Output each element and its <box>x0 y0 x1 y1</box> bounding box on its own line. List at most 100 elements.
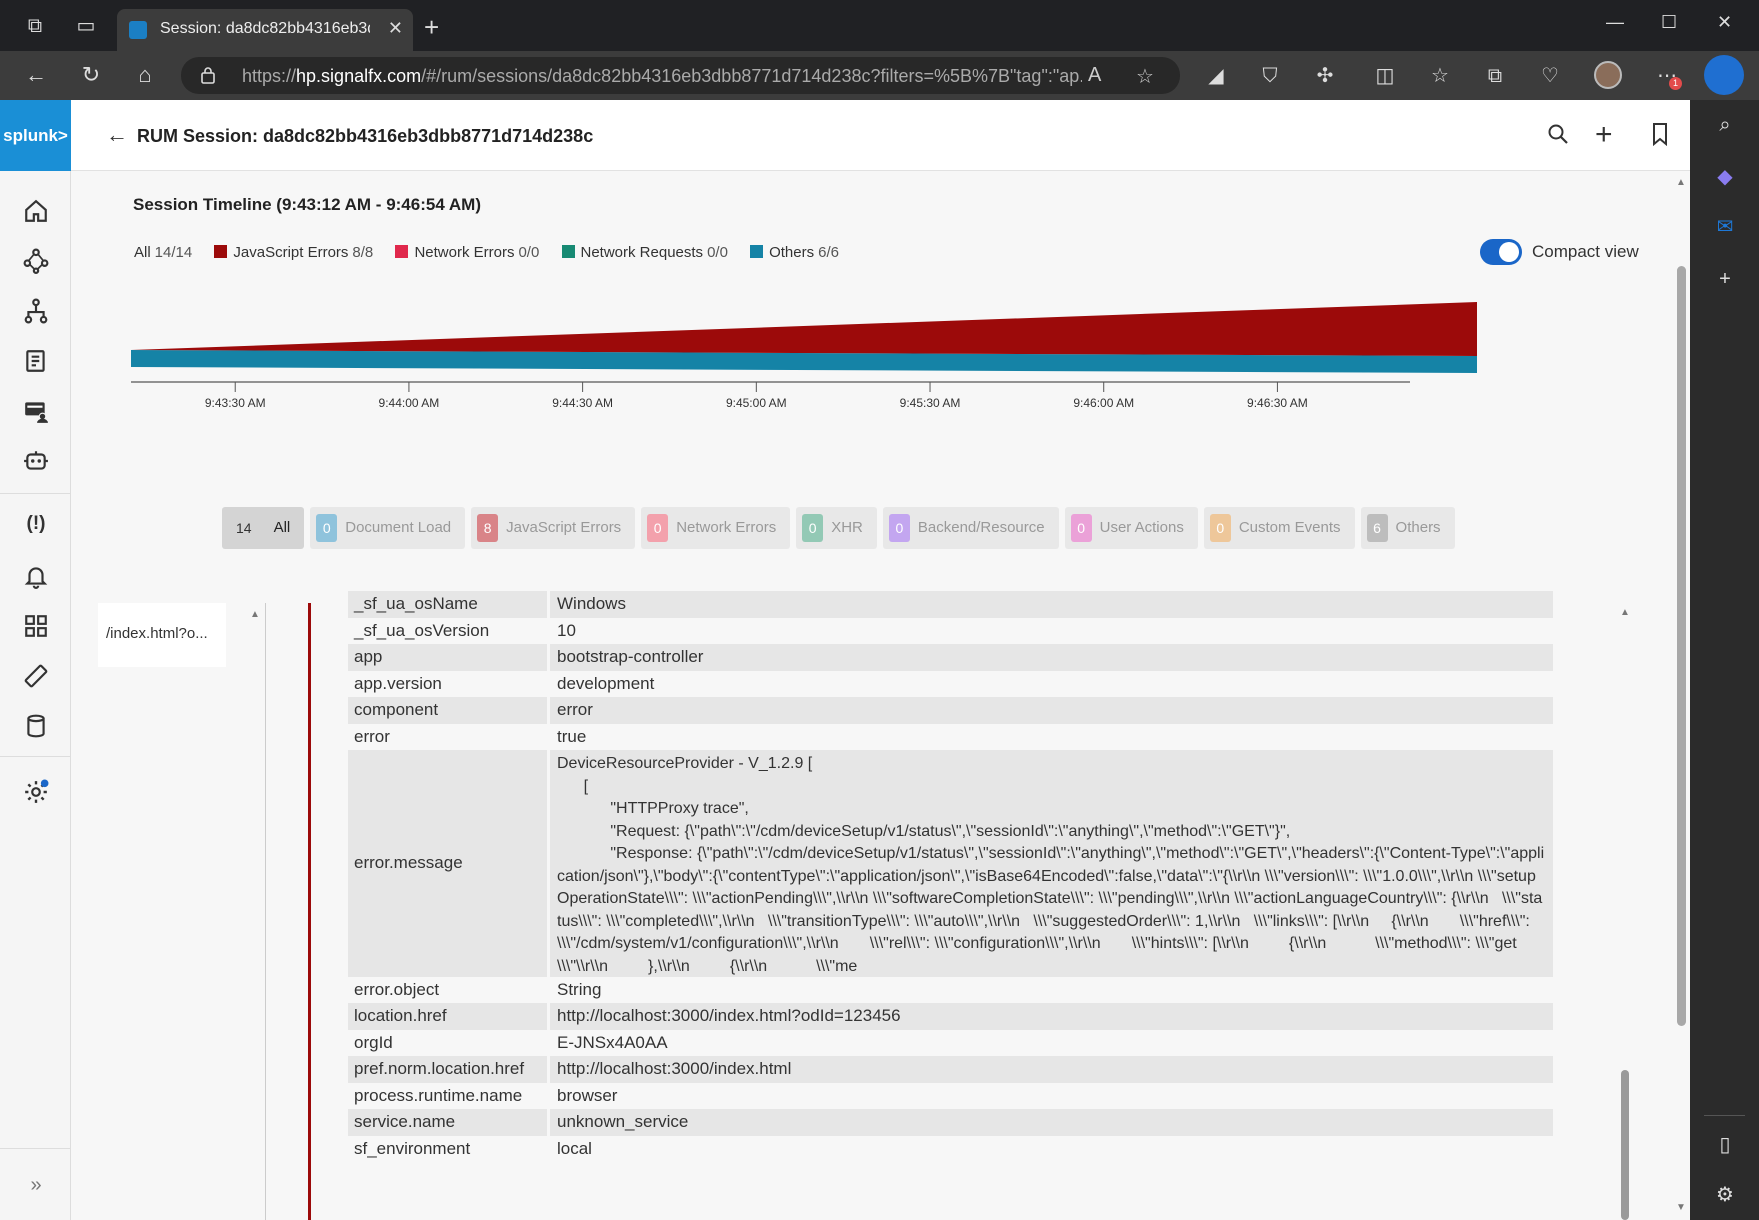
attribute-value[interactable]: browser <box>550 1083 1553 1110</box>
filter-xhr[interactable]: 0 XHR <box>796 507 877 549</box>
copilot-icon[interactable] <box>1704 55 1744 95</box>
attribute-value[interactable]: Windows <box>550 591 1553 618</box>
attribute-value[interactable]: 10 <box>550 618 1553 645</box>
back-icon[interactable]: ← <box>22 61 50 89</box>
filter-count-badge: 0 <box>1070 514 1092 543</box>
timeline-legend: All 14/14 JavaScript Errors 8/8 Network Er… <box>134 244 857 261</box>
home-nav-icon[interactable] <box>22 198 50 226</box>
attributes-table: _sf_ua_osName Windows _sf_ua_osVersion 10 ap… <box>348 591 1553 1162</box>
address-bar[interactable]: https://hp.signalfx.com/#/rum/sessions/d… <box>181 57 1180 94</box>
filter-user-actions[interactable]: 0 User Actions <box>1064 507 1198 549</box>
x-axis-tick-label: 9:46:30 AM <box>1247 396 1308 410</box>
attribute-key: error.message <box>348 750 547 977</box>
infrastructure-nav-icon[interactable] <box>22 248 50 276</box>
attribute-value[interactable]: error <box>550 697 1553 724</box>
tab-actions-icon[interactable]: ▭ <box>73 13 99 39</box>
sidebar-search-icon[interactable]: ⌕ <box>1712 114 1738 140</box>
browser-tab[interactable]: Session: da8dc82bb4316eb3dbb ✕ <box>117 9 413 51</box>
attribute-value[interactable]: development <box>550 671 1553 698</box>
attribute-value[interactable]: unknown_service <box>550 1109 1553 1136</box>
favorite-star-icon[interactable]: ☆ <box>1136 64 1154 89</box>
attribute-value[interactable]: local <box>550 1136 1553 1163</box>
session-timeline-chart[interactable]: 9:43:30 AM 9:44:00 AM 9:44:30 AM 9:45:00 AM… <box>131 291 1661 461</box>
profile-avatar[interactable] <box>1594 61 1622 89</box>
apm-nav-icon[interactable] <box>22 298 50 326</box>
attribute-value[interactable]: true <box>550 724 1553 751</box>
attribute-row: sf_environment local <box>348 1136 1553 1163</box>
legend-all[interactable]: All 14/14 <box>134 244 192 261</box>
alerts-bell-icon[interactable] <box>22 563 50 591</box>
x-axis-tick-label: 9:45:30 AM <box>900 396 961 410</box>
shield-extension-icon[interactable]: ⛉ <box>1257 63 1283 89</box>
workspaces-icon[interactable]: ⧉ <box>22 13 48 39</box>
list-scroll-up-icon[interactable]: ▲ <box>250 609 260 620</box>
filter-custom-events[interactable]: 0 Custom Events <box>1203 507 1355 549</box>
attribute-value[interactable]: String <box>550 977 1553 1004</box>
page-scrollbar[interactable]: ▲ ▼ <box>1673 171 1690 1220</box>
dashboards-nav-icon[interactable] <box>22 613 50 641</box>
sidebar-copilot-icon[interactable]: ◆ <box>1712 164 1738 190</box>
split-screen-icon[interactable]: ◫ <box>1372 63 1398 89</box>
add-icon[interactable]: + <box>1595 118 1621 151</box>
filter-javascript-errors[interactable]: 8 JavaScript Errors <box>471 507 636 549</box>
collections-icon[interactable]: ⧉ <box>1482 63 1508 89</box>
splunk-logo[interactable]: splunk> <box>0 100 71 171</box>
page-scroll-thumb[interactable] <box>1677 266 1686 1026</box>
page-scroll-up-icon[interactable]: ▲ <box>1676 177 1686 188</box>
sidebar-panel-icon[interactable]: ▯ <box>1712 1132 1738 1158</box>
filter-others[interactable]: 6 Others <box>1360 507 1455 549</box>
attribute-key: error.object <box>354 979 440 999</box>
back-arrow-icon[interactable]: ← <box>106 122 128 148</box>
home-icon[interactable]: ⌂ <box>131 61 159 89</box>
expand-nav-icon[interactable]: » <box>22 1174 50 1202</box>
settings-gear-icon[interactable] <box>22 779 50 807</box>
area-series-javascript-errors[interactable] <box>131 302 1477 356</box>
x-axis-tick-label: 9:45:00 AM <box>726 396 787 410</box>
attribute-value[interactable]: E-JNSx4A0AA <box>550 1030 1553 1057</box>
maximize-icon[interactable]: ☐ <box>1661 12 1677 33</box>
new-tab-icon[interactable]: + <box>424 12 439 43</box>
attribute-value[interactable]: http://localhost:3000/index.html?odId=12… <box>550 1003 1553 1030</box>
legend-network-requests[interactable]: Network Requests 0/0 <box>561 244 728 261</box>
attribute-row: _sf_ua_osVersion 10 <box>348 618 1553 645</box>
attribute-value[interactable]: DeviceResourceProvider - V_1.2.9 [ [ "HT… <box>550 750 1553 977</box>
details-scroll-up-icon[interactable]: ▲ <box>1620 607 1630 618</box>
data-management-icon[interactable] <box>22 713 50 741</box>
synthetics-nav-icon[interactable] <box>22 448 50 476</box>
logs-nav-icon[interactable] <box>22 348 50 376</box>
favorites-icon[interactable]: ☆ <box>1427 63 1453 89</box>
attribute-value[interactable]: bootstrap-controller <box>550 644 1553 671</box>
browser-essentials-icon[interactable]: ♡ <box>1537 63 1563 89</box>
legend-network-errors[interactable]: Network Errors 0/0 <box>395 244 539 261</box>
extension-icon[interactable]: ◢ <box>1203 63 1229 89</box>
event-list-item[interactable]: /index.html?o... <box>98 603 226 667</box>
attribute-key: service.name <box>348 1109 547 1136</box>
compact-view-toggle[interactable] <box>1480 239 1522 265</box>
close-window-icon[interactable]: ✕ <box>1717 12 1732 33</box>
minimize-icon[interactable]: — <box>1606 12 1624 33</box>
filter-count-badge: 8 <box>477 514 499 543</box>
incidents-nav-icon[interactable]: (!) <box>22 513 50 541</box>
filter-all[interactable]: 14 All <box>222 507 305 549</box>
attribute-row: error.object String <box>348 977 1553 1004</box>
bookmark-icon[interactable] <box>1648 122 1674 148</box>
filter-backend-resource[interactable]: 0 Backend/Resource <box>882 507 1059 549</box>
attribute-value[interactable]: http://localhost:3000/index.html <box>550 1056 1553 1083</box>
legend-javascript-errors[interactable]: JavaScript Errors 8/8 <box>214 244 373 261</box>
read-aloud-icon[interactable]: A <box>1088 64 1101 87</box>
filter-document-load[interactable]: 0 Document Load <box>310 507 466 549</box>
extensions-puzzle-icon[interactable]: ✣ <box>1312 63 1338 89</box>
filter-network-errors[interactable]: 0 Network Errors <box>641 507 791 549</box>
close-tab-icon[interactable]: ✕ <box>388 18 403 39</box>
sidebar-outlook-icon[interactable]: ✉ <box>1712 214 1738 240</box>
details-scroll-thumb[interactable] <box>1621 1070 1629 1220</box>
sidebar-settings-icon[interactable]: ⚙ <box>1712 1182 1738 1208</box>
details-scrollbar[interactable]: ▲ <box>1619 603 1631 1220</box>
rum-nav-icon[interactable] <box>22 398 50 426</box>
page-scroll-down-icon[interactable]: ▼ <box>1676 1202 1686 1213</box>
metrics-ruler-icon[interactable] <box>22 663 50 691</box>
legend-others[interactable]: Others 6/6 <box>750 244 839 261</box>
search-icon[interactable] <box>1546 122 1572 148</box>
sidebar-add-icon[interactable]: + <box>1712 268 1738 294</box>
refresh-icon[interactable]: ↻ <box>77 61 105 89</box>
